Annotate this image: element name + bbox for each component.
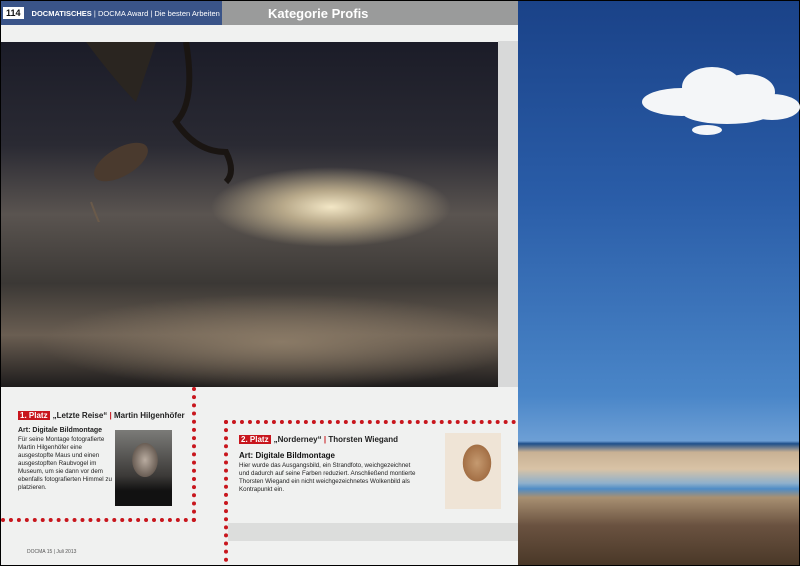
- separator: |: [109, 411, 112, 420]
- place-badge: 2. Platz: [239, 435, 271, 444]
- author-portrait: [115, 430, 172, 506]
- place-badge: 1. Platz: [18, 411, 50, 420]
- winning-photo-letzte-reise: [1, 42, 498, 387]
- entry-title: 1. Platz „Letzte Reise“ | Martin Hilgenhö…: [18, 411, 192, 420]
- author-portrait: [445, 433, 501, 509]
- decorative-band: [228, 523, 518, 541]
- entry-description: Für seine Montage fotografierte Martin H…: [18, 436, 112, 491]
- art-label: Art: Digitale Bildmontage: [239, 451, 336, 460]
- page-number: 114: [3, 7, 24, 19]
- page-footer: DOCMA 15 | Juli 2013: [27, 549, 77, 555]
- entry-card-second-place: 2. Platz „Norderney“ | Thorsten Wiegand A…: [224, 420, 518, 565]
- bird-and-mouse-illustration: [86, 42, 234, 222]
- section-label: DOCMATISCHES: [31, 8, 92, 18]
- decorative-band: [498, 41, 518, 387]
- work-title: „Norderney“: [273, 435, 322, 444]
- cloud-illustration: [642, 67, 800, 135]
- winning-photo-norderney: [518, 1, 800, 565]
- author-name: Thorsten Wiegand: [328, 435, 399, 444]
- separator: |: [323, 435, 327, 444]
- section-sub-label: | DOCMA Award | Die besten Arbeiten: [93, 8, 220, 18]
- entry-description: Hier wurde das Ausgangsbild, ein Strandf…: [239, 462, 416, 493]
- entry-card-first-place: 1. Platz „Letzte Reise“ | Martin Hilgenhö…: [1, 387, 196, 522]
- work-title: „Letzte Reise“: [52, 411, 108, 420]
- author-name: Martin Hilgenhöfer: [113, 411, 185, 420]
- header-section-bar: 114 DOCMATISCHES | DOCMA Award | Die bes…: [1, 1, 222, 25]
- magazine-page-left: 114 DOCMATISCHES | DOCMA Award | Die bes…: [1, 1, 518, 565]
- category-title-bar: Kategorie Profis: [222, 1, 518, 25]
- category-title: Kategorie Profis: [268, 5, 369, 21]
